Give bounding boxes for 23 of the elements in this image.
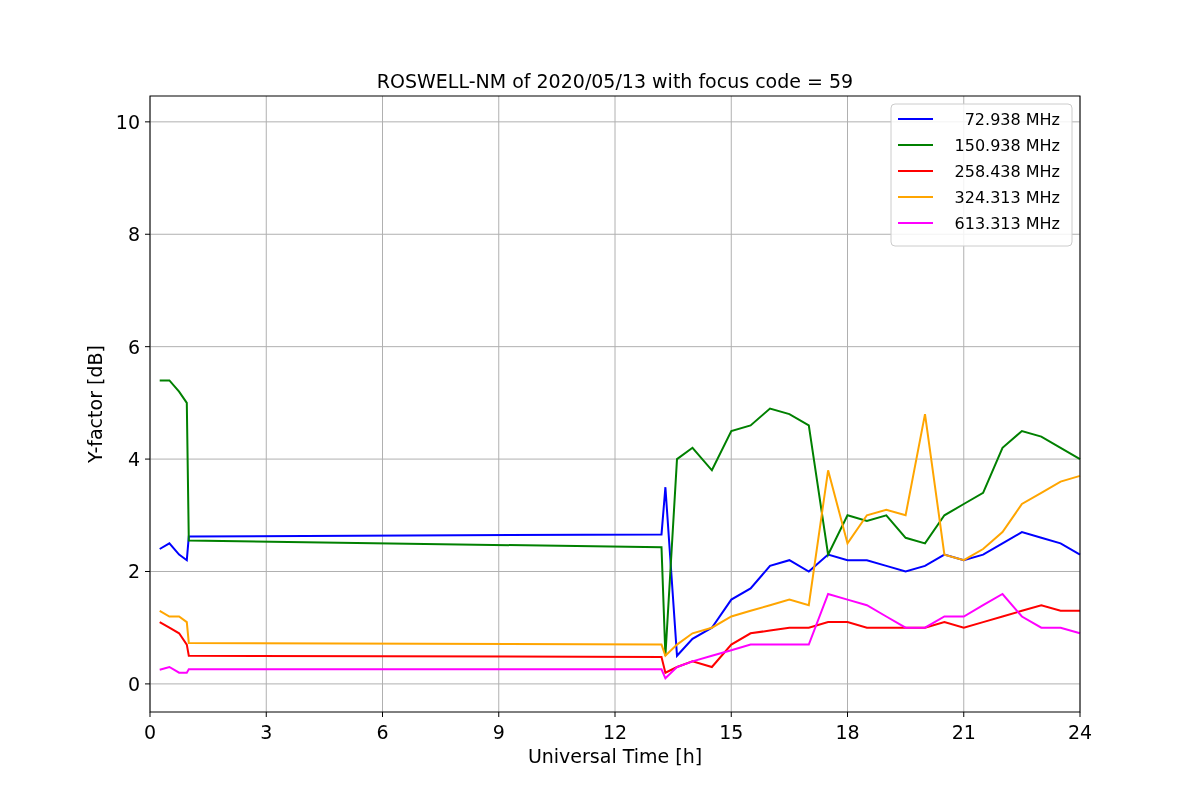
tick-label: 10 xyxy=(115,110,140,133)
tick-label: 24 xyxy=(1067,721,1093,743)
tick-label: 15 xyxy=(719,721,744,743)
tick-label: 12 xyxy=(602,721,628,743)
tick-label: 21 xyxy=(951,721,976,743)
tick-label: 4 xyxy=(127,448,140,471)
axis-label: Universal Time [h] xyxy=(527,745,703,767)
tick-label: 9 xyxy=(492,721,505,743)
tick-label: 8 xyxy=(127,223,140,246)
legend-label: 150.938 MHz xyxy=(954,136,1060,155)
legend-label: 72.938 MHz xyxy=(964,110,1060,129)
legend-label: 258.438 MHz xyxy=(954,162,1060,181)
tick-label: 3 xyxy=(260,721,273,743)
axis-label: Y-factor [dB] xyxy=(84,345,106,463)
legend-label: 613.313 MHz xyxy=(954,214,1060,233)
tick-label: 6 xyxy=(127,335,140,358)
tick-label: 6 xyxy=(376,721,389,743)
tick-label: 0 xyxy=(143,721,157,743)
chart-title: ROSWELL-NM of 2020/05/13 with focus code = 59 xyxy=(376,70,854,92)
legend-label: 324.313 MHz xyxy=(954,188,1060,207)
tick-label: 0 xyxy=(127,672,140,695)
tick-label: 2 xyxy=(127,560,140,583)
tick-label: 18 xyxy=(835,721,860,743)
